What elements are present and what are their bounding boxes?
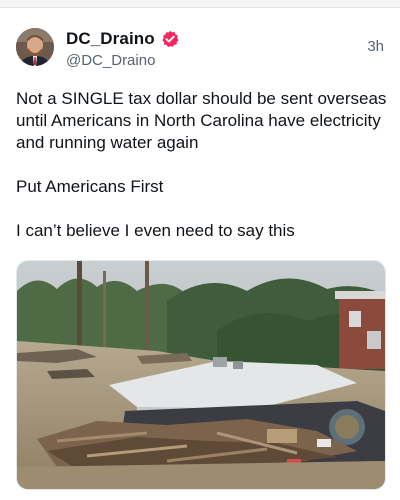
post-text: Not a SINGLE tax dollar should be sent o… (16, 88, 388, 264)
post-timestamp[interactable]: 3h (367, 38, 384, 55)
flood-photo (17, 261, 385, 489)
avatar[interactable] (16, 28, 54, 66)
post-paragraph: Put Americans First (16, 177, 164, 196)
post-paragraph: Not a SINGLE tax dollar should be sent o… (16, 89, 392, 152)
post-header: DC_Draino @DC_Draino 3h (66, 28, 384, 72)
name-row: DC_Draino (66, 28, 384, 50)
post-media-photo[interactable] (16, 260, 386, 490)
avatar-image (16, 28, 54, 66)
top-divider (0, 0, 400, 8)
verified-badge-icon (162, 30, 179, 48)
tweet-card[interactable]: DC_Draino @DC_Draino 3h Not a SINGLE tax… (0, 8, 400, 500)
post-paragraph: I can’t believe I even need to say this (16, 221, 295, 240)
author-display-name[interactable]: DC_Draino (66, 29, 155, 49)
author-handle[interactable]: @DC_Draino (66, 52, 384, 69)
